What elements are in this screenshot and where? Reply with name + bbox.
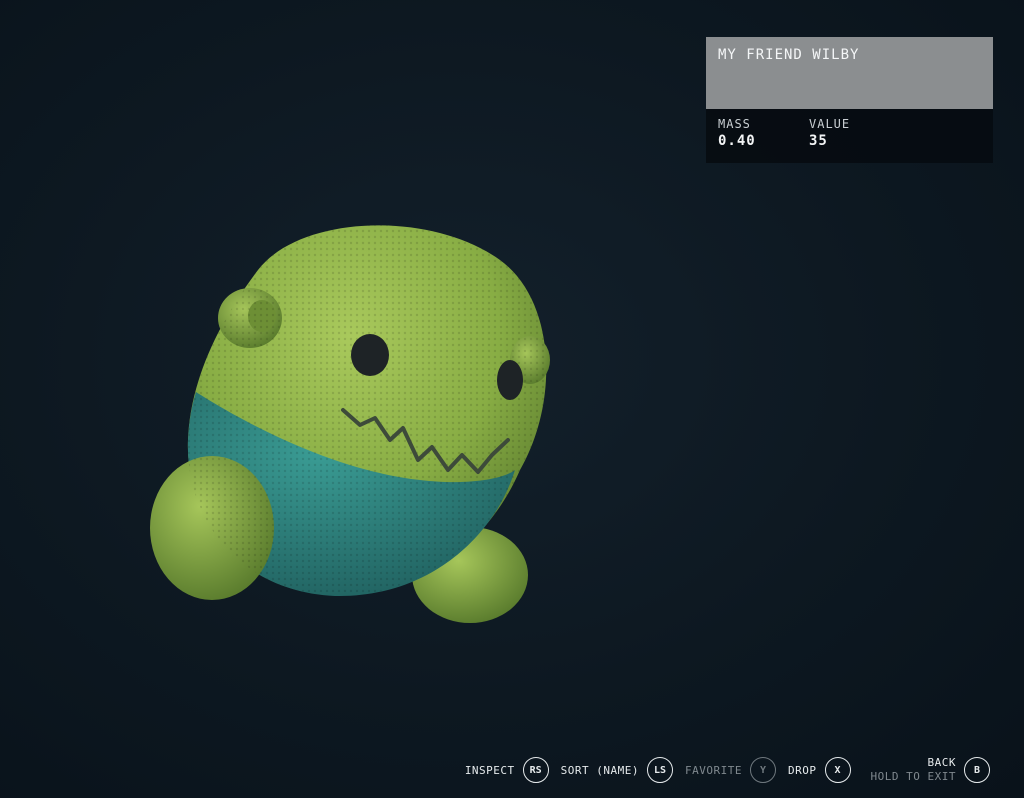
prompt-back[interactable]: BACK HOLD TO EXIT B <box>871 756 990 784</box>
b-button-icon: B <box>964 757 990 783</box>
prompt-back-label: BACK <box>927 756 956 769</box>
stat-mass-label: MASS <box>718 117 751 131</box>
x-button-icon: X <box>824 757 851 783</box>
plush-right-eye <box>497 360 523 400</box>
stat-mass-value: 0.40 <box>718 133 756 149</box>
prompt-back-sublabel: HOLD TO EXIT <box>870 770 956 783</box>
stat-mass: MASS 0.40 <box>718 117 809 155</box>
prompt-drop[interactable]: DROP X <box>788 757 851 783</box>
stat-value: VALUE 35 <box>809 117 900 155</box>
button-prompt-bar: INSPECT RS SORT (NAME) LS FAVORITE Y DRO… <box>465 756 990 784</box>
rs-button-icon: RS <box>522 757 549 783</box>
item-info-header: MY FRIEND WILBY <box>706 37 993 109</box>
plush-toy-model <box>150 225 550 623</box>
prompt-sort[interactable]: SORT (NAME) LS <box>560 757 674 783</box>
item-info-panel: MY FRIEND WILBY MASS 0.40 VALUE 35 <box>706 37 993 163</box>
stat-value-label: VALUE <box>809 117 851 131</box>
prompt-favorite-label: FAVORITE <box>685 763 743 777</box>
item-stats: MASS 0.40 VALUE 35 <box>706 109 993 163</box>
prompt-back-labels: BACK HOLD TO EXIT <box>871 756 956 784</box>
stat-value-value: 35 <box>809 133 828 149</box>
prompt-favorite[interactable]: FAVORITE Y <box>685 757 777 783</box>
prompt-inspect-label: INSPECT <box>464 763 515 777</box>
ls-button-icon: LS <box>647 757 674 783</box>
y-button-icon: Y <box>750 757 777 783</box>
plush-left-eye <box>351 334 389 376</box>
prompt-sort-label: SORT (NAME) <box>560 763 640 777</box>
prompt-inspect[interactable]: INSPECT RS <box>465 757 549 783</box>
prompt-drop-label: DROP <box>788 763 817 777</box>
item-name: MY FRIEND WILBY <box>718 47 860 63</box>
